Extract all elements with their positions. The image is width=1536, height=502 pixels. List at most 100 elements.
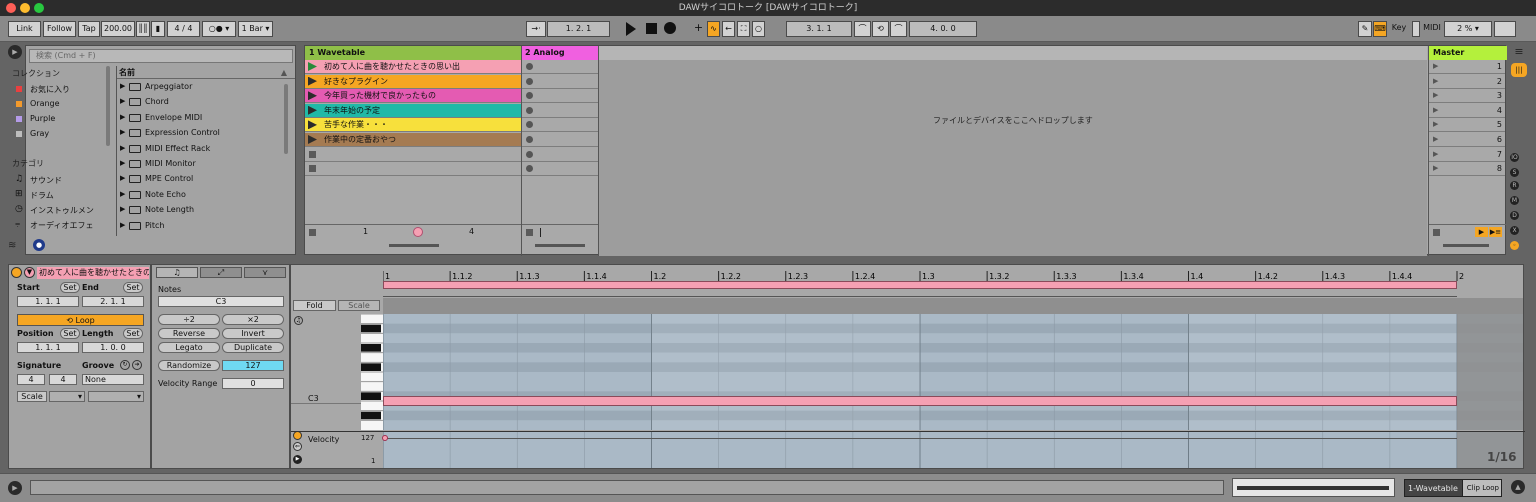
items-scrollbar[interactable] [284, 84, 288, 154]
performance-icon[interactable]: ◦ [1510, 241, 1519, 250]
groove-commit-icon[interactable]: ➔ [132, 360, 142, 370]
velocity-handle[interactable] [382, 435, 388, 441]
envelopes-tab-icon[interactable]: ⤢ [200, 267, 242, 278]
tempo-field[interactable]: 200.00 [101, 21, 135, 37]
record-icon[interactable] [664, 22, 676, 34]
position-field[interactable]: 1. 1. 1 [17, 342, 79, 353]
scene-launch-icon[interactable]: ▶ [1433, 150, 1438, 158]
tempo-nudge-icon[interactable]: ▮ [151, 21, 165, 37]
clip-slot[interactable]: 今年買った機材で良かったもの [305, 89, 521, 104]
record-slot-icon[interactable] [526, 77, 533, 85]
record-slot-icon[interactable] [526, 63, 533, 70]
clip-activator-icon[interactable] [11, 267, 22, 278]
info-view-toggle-icon[interactable]: ▶ [8, 481, 22, 495]
record-slot-icon[interactable] [526, 150, 533, 158]
groove-pool-icon[interactable]: ≋ [8, 240, 22, 254]
clip[interactable]: 年末年始の予定 [305, 103, 521, 117]
black-key[interactable] [361, 344, 381, 352]
clip-slot[interactable] [522, 60, 598, 74]
grid-resolution[interactable]: 1/16 [1487, 450, 1516, 464]
clip-launch-icon[interactable] [308, 135, 317, 144]
note-field[interactable]: C3 [158, 296, 284, 307]
duplicate-button[interactable]: Duplicate [222, 342, 284, 353]
scene-launch-icon[interactable]: ▶ [1475, 227, 1488, 237]
clip-slot[interactable] [305, 148, 521, 162]
preview-icon[interactable]: ♫ [294, 316, 303, 325]
velocity-lane-toggle-icon[interactable] [293, 431, 302, 440]
record-slot-icon[interactable] [526, 165, 533, 173]
beat-ruler[interactable]: 1 1.1.2 1.1.3 1.1.4 1.2 1.2.2 1.2.3 1.2.4 1.3 1.3… [383, 271, 1523, 281]
lane-arrow-icon[interactable]: ⇐ [293, 442, 302, 451]
start-set-button[interactable]: Set [60, 282, 80, 293]
clip-slot[interactable] [522, 148, 598, 162]
scene-row[interactable]: ▶ 7 [1429, 148, 1505, 162]
punch-in-icon[interactable]: ⌒ [854, 21, 871, 37]
stop-button-icon[interactable] [309, 165, 316, 173]
midi-note[interactable] [383, 396, 1457, 406]
clip-slot[interactable] [522, 89, 598, 104]
collection-item[interactable]: Purple [12, 113, 92, 125]
drop-area[interactable]: ファイルとデバイスをここへドロップします [599, 60, 1427, 256]
browser-search-input[interactable]: 検索 (Cmd + F) [29, 49, 293, 63]
groove-hot-swap-icon[interactable]: ↻ [120, 360, 130, 370]
notes-tab-icon[interactable]: ♫ [156, 267, 198, 278]
legato-button[interactable]: Legato [158, 342, 220, 353]
stop-clip-icon[interactable] [526, 229, 533, 236]
clip-slot[interactable]: 初めて人に曲を聴かせたときの思い出 [305, 60, 521, 74]
groove-select[interactable]: None [82, 374, 144, 385]
loop-start-field[interactable]: 3. 1. 1 [786, 21, 852, 37]
follow-arrow-icon[interactable]: →· [526, 21, 546, 37]
scale-mode-select[interactable]: ▾ [88, 391, 144, 402]
collection-item[interactable]: Gray [12, 128, 92, 140]
clip[interactable]: 初めて人に曲を聴かせたときの思い出 [305, 60, 521, 73]
clip-slot[interactable]: 年末年始の予定 [305, 103, 521, 118]
mixer-section-icon[interactable]: M [1510, 196, 1519, 205]
clip-launch-icon[interactable] [308, 105, 317, 115]
start-end-markers[interactable] [383, 289, 1457, 297]
sends-toggle-icon[interactable]: S [1510, 168, 1519, 177]
automation-arm-icon[interactable]: ∿ [707, 21, 720, 37]
metronome-toggle[interactable]: ○● ▾ [202, 21, 236, 37]
link-button[interactable]: Link [8, 21, 41, 37]
scale-root-select[interactable]: ▾ [49, 391, 85, 402]
scale-button[interactable]: Scale [17, 391, 47, 402]
record-slot-icon[interactable] [526, 121, 533, 129]
browser-item[interactable]: ▶ Expression Control [117, 127, 282, 140]
quantize-menu[interactable]: 1 Bar ▾ [238, 21, 273, 37]
stop-icon[interactable] [646, 23, 657, 34]
scene-launch-icon[interactable]: ▶ [1433, 77, 1438, 85]
category-item[interactable]: ♫ サウンド [12, 174, 104, 186]
loop-button[interactable]: ⟲ Loop [17, 314, 144, 326]
scene-row[interactable]: ▶ 3 [1429, 89, 1505, 104]
io-toggle-icon[interactable]: IO [1510, 153, 1519, 162]
browser-item[interactable]: ▶ Note Echo [117, 189, 282, 202]
randomize-amount-field[interactable]: 127 [222, 360, 284, 371]
invert-button[interactable]: Invert [222, 328, 284, 339]
clip[interactable]: 作業中の定番おやつ [305, 133, 521, 146]
clip-slot[interactable] [522, 75, 598, 89]
category-item[interactable]: ◷ インストゥルメン [12, 204, 104, 216]
browser-item[interactable]: ▶ MIDI Monitor [117, 158, 282, 171]
start-field[interactable]: 1. 1. 1 [17, 296, 79, 307]
black-key[interactable] [361, 363, 381, 371]
returns-toggle-icon[interactable]: R [1510, 181, 1519, 190]
arrangement-position-field[interactable]: 1. 2. 1 [547, 21, 610, 37]
collection-item[interactable]: Orange [12, 98, 92, 110]
browser-item[interactable]: ▶ MPE Control [117, 173, 282, 186]
loop-brace[interactable] [383, 281, 1457, 289]
reverse-button[interactable]: Reverse [158, 328, 220, 339]
clip-play-icon[interactable] [308, 62, 317, 71]
length-field[interactable]: 1. 0. 0 [82, 342, 144, 353]
scene-row[interactable]: ▶ 6 [1429, 133, 1505, 147]
scene-row[interactable]: ▶ 5 [1429, 118, 1505, 133]
fold-button[interactable]: Fold [293, 300, 336, 311]
session-record-icon[interactable]: ○ [752, 21, 765, 37]
stop-all-clips-icon[interactable] [1433, 229, 1440, 236]
clip[interactable]: 好きなプラグイン [305, 74, 521, 88]
minimize-window-button[interactable] [20, 3, 30, 13]
punch-out-icon[interactable]: ⌒ [890, 21, 907, 37]
delay-toggle-icon[interactable]: D [1510, 211, 1519, 220]
track-header-1[interactable]: 1 Wavetable [305, 46, 521, 60]
position-set-button[interactable]: Set [60, 328, 80, 339]
scene-launch-icon[interactable]: ▶ [1433, 106, 1438, 114]
